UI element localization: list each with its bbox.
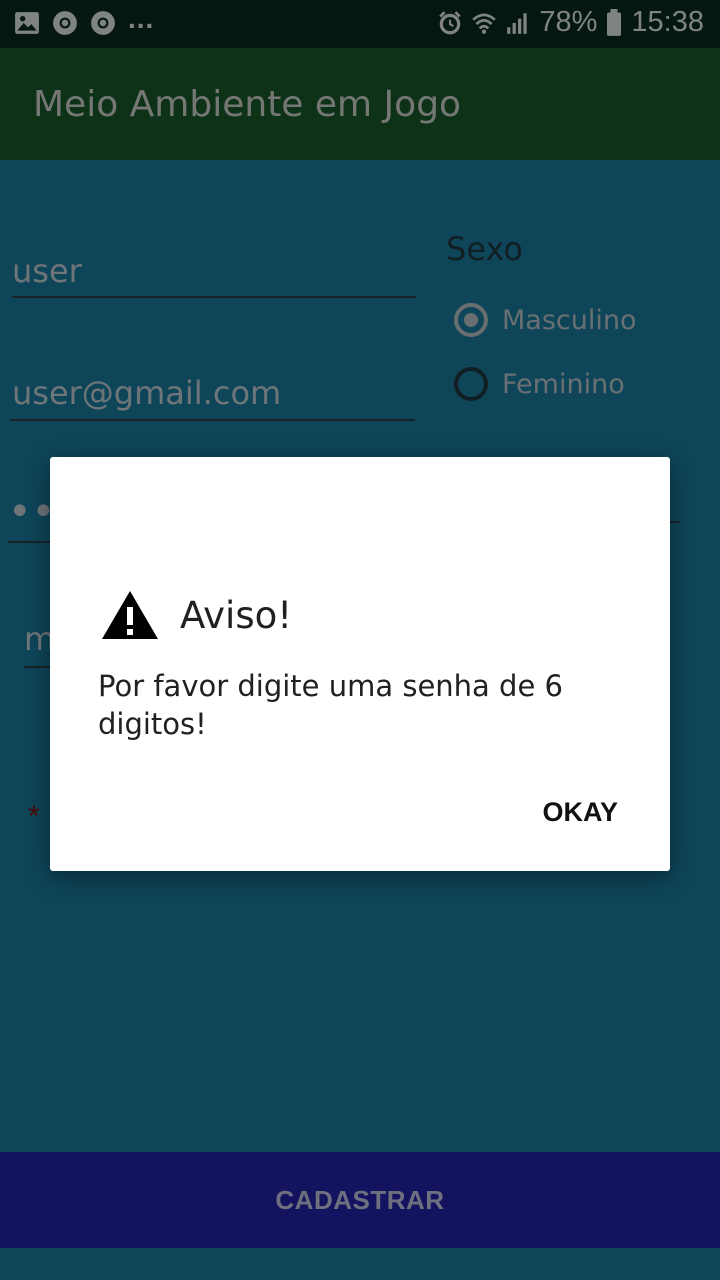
okay-button[interactable]: OKAY: [542, 797, 618, 828]
dialog-title: Aviso!: [180, 593, 293, 637]
dialog-header: Aviso!: [100, 589, 292, 641]
alert-dialog: Aviso! Por favor digite uma senha de 6 d…: [50, 457, 670, 871]
dialog-message: Por favor digite uma senha de 6 digitos!: [98, 669, 563, 741]
warning-icon: [102, 591, 158, 639]
